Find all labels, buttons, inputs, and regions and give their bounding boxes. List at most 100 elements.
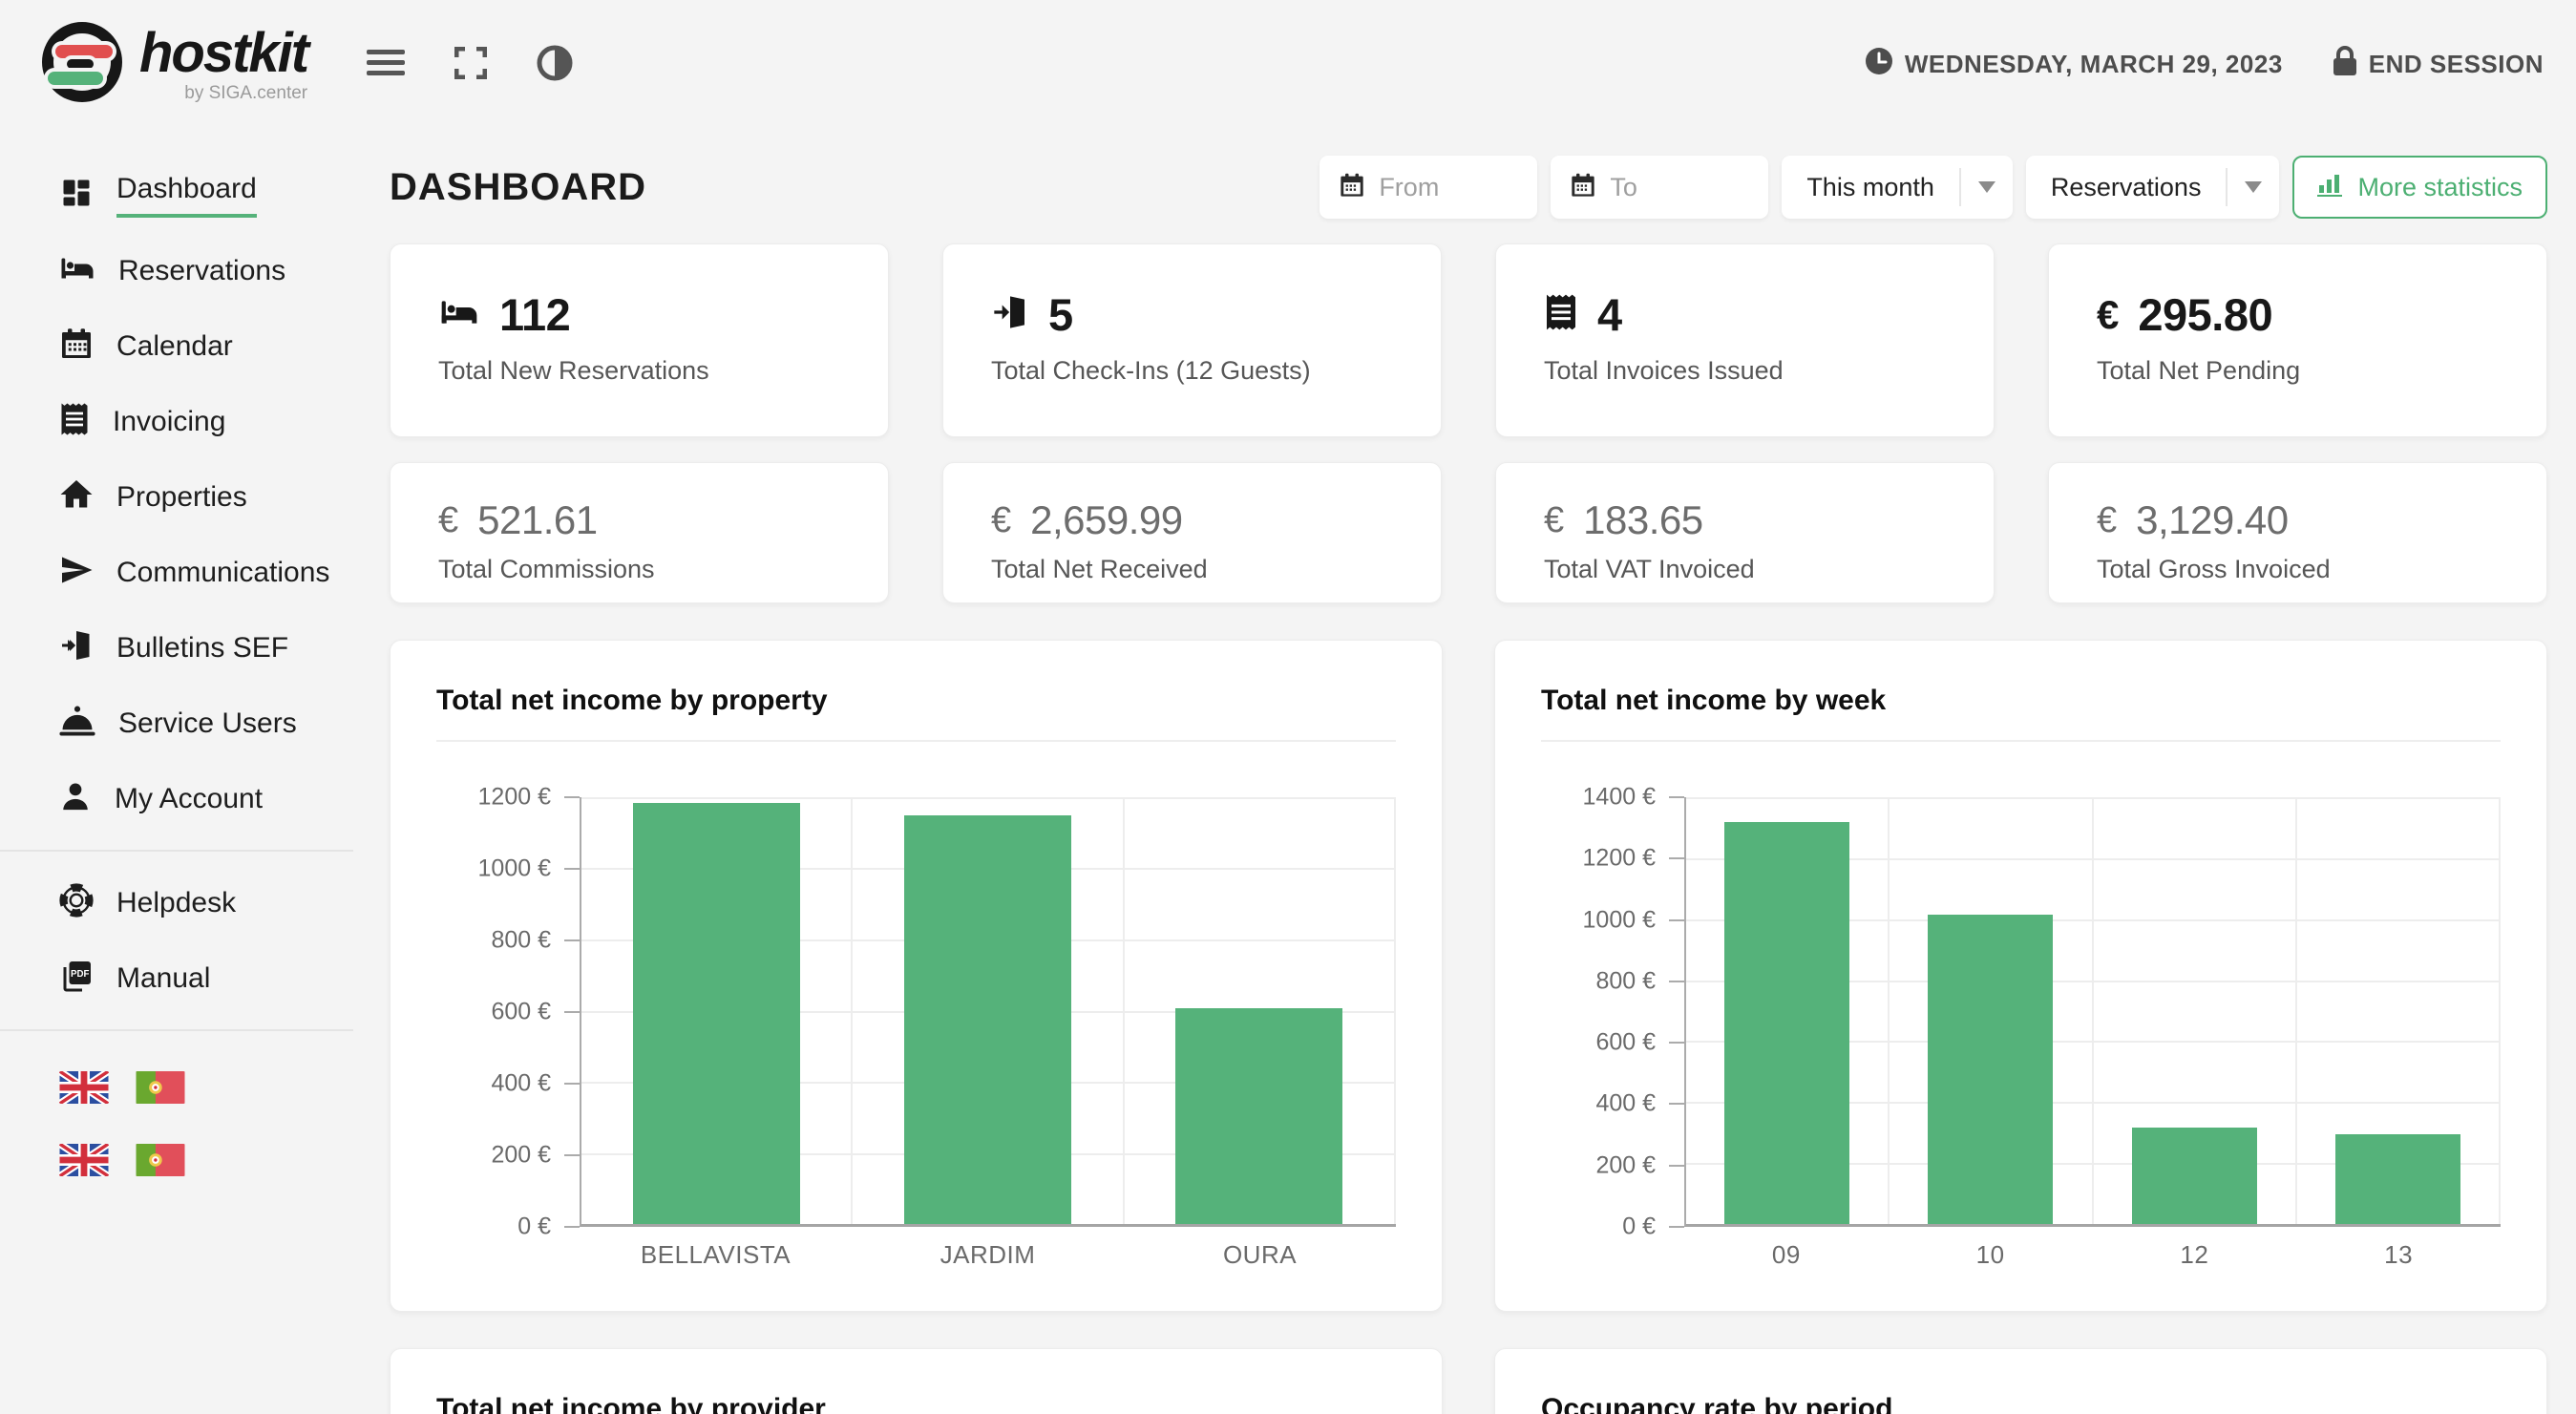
topbar-icon-group [367, 45, 573, 84]
stat-card-check-ins: 5 Total Check-Ins (12 Guests) [942, 243, 1442, 437]
stat-value: 3,129.40 [2136, 497, 2289, 543]
door-exit-icon [59, 628, 94, 667]
sidebar-item-reservations[interactable]: Reservations [0, 233, 353, 308]
clock-icon [1865, 47, 1893, 82]
stat-card-new-reservations: 112 Total New Reservations [390, 243, 889, 437]
stat-label: Total Net Received [991, 555, 1393, 584]
y-axis-tick-label: 800 € [491, 926, 551, 954]
charts-row: Total net income by property 0 € 200 € 400… [390, 640, 2547, 1312]
chart-card-income-by-property: Total net income by property 0 €200 €400… [390, 640, 1443, 1312]
y-axis-tick-label: 1200 € [1583, 845, 1656, 873]
bed-icon [59, 251, 95, 290]
y-axis-tick-label: 400 € [1595, 1090, 1656, 1118]
sidebar-item-helpdesk[interactable]: Helpdesk [0, 865, 353, 940]
y-axis-tick-label: 1400 € [1583, 784, 1656, 812]
sidebar-divider [0, 850, 353, 852]
y-axis-tick-label: 0 € [517, 1214, 551, 1241]
sidebar-item-label: Invoicing [113, 406, 225, 438]
sidebar-item-calendar[interactable]: Calendar [0, 308, 353, 384]
sidebar-item-service-users[interactable]: Service Users [0, 686, 353, 761]
menu-toggle-button[interactable] [367, 49, 405, 80]
x-axis-label: 09 [1684, 1240, 1889, 1270]
x-axis-label: 13 [2296, 1240, 2501, 1270]
y-axis-tick [1669, 1226, 1684, 1228]
date-from-input[interactable] [1379, 173, 1512, 202]
end-session-button[interactable]: END SESSION [2333, 46, 2544, 83]
chart-title: Total net income by provider [436, 1393, 1396, 1414]
fullscreen-button[interactable] [454, 47, 487, 82]
stat-value: 2,659.99 [1030, 497, 1183, 543]
sidebar-item-manual[interactable]: PDF Manual [0, 940, 353, 1016]
portuguese-flag[interactable] [136, 1144, 185, 1176]
charts-row-bottom: Total net income by provider Occupancy r… [390, 1348, 2547, 1414]
bar-09 [1724, 822, 1849, 1224]
category-column [1890, 797, 2093, 1224]
brand-byline: by SIGA.center [184, 83, 307, 104]
portuguese-flag[interactable] [136, 1071, 185, 1104]
contrast-icon [537, 45, 573, 84]
pdf-icon: PDF [59, 959, 94, 998]
stat-card-gross-invoiced: € 3,129.40 Total Gross Invoiced [2048, 462, 2547, 603]
page-title: DASHBOARD [390, 166, 646, 209]
sidebar-item-communications[interactable]: Communications [0, 535, 353, 610]
sidebar-item-my-account[interactable]: My Account [0, 761, 353, 836]
x-axis-label: JARDIM [852, 1240, 1124, 1270]
y-axis-tick-label: 0 € [1622, 1214, 1656, 1241]
stat-value: 112 [499, 288, 570, 341]
english-flag[interactable] [59, 1144, 109, 1176]
euro-icon: € [1544, 500, 1564, 541]
euro-icon: € [2097, 292, 2119, 338]
sidebar-item-label: Service Users [118, 707, 297, 740]
sidebar-item-properties[interactable]: Properties [0, 459, 353, 535]
sidebar-item-label: Bulletins SEF [116, 632, 288, 665]
english-flag[interactable] [59, 1071, 109, 1104]
more-statistics-button[interactable]: More statistics [2292, 156, 2547, 219]
chevron-down-icon [2228, 181, 2279, 193]
contrast-toggle-button[interactable] [537, 45, 573, 84]
sidebar-item-invoicing[interactable]: Invoicing [0, 384, 353, 459]
period-select-value: This month [1782, 173, 1959, 202]
stat-value: 4 [1597, 288, 1622, 341]
period-select[interactable]: This month [1782, 156, 2013, 219]
x-axis-label: 12 [2093, 1240, 2297, 1270]
sidebar: Dashboard Reservations [0, 129, 353, 1414]
stat-value: 5 [1048, 288, 1073, 341]
y-axis-tick [564, 868, 580, 870]
date-to-input[interactable] [1610, 173, 1743, 202]
y-axis-tick [1669, 857, 1684, 859]
send-icon [59, 553, 94, 592]
chart-title: Total net income by property [436, 685, 1396, 717]
type-select[interactable]: Reservations [2026, 156, 2280, 219]
stat-label: Total Gross Invoiced [2097, 555, 2499, 584]
euro-icon: € [438, 500, 458, 541]
sidebar-item-dashboard[interactable]: Dashboard [0, 158, 353, 233]
logo-text: hostkit by SIGA.center [139, 26, 307, 104]
app-root: hostkit by SIGA.center [0, 0, 2576, 1414]
lifebuoy-icon [59, 883, 94, 922]
category-column [1686, 797, 1890, 1224]
y-axis-tick [1669, 919, 1684, 921]
date-from-field[interactable] [1320, 156, 1537, 219]
calendar-icon [1570, 172, 1596, 203]
stat-label: Total Commissions [438, 555, 840, 584]
y-axis-tick [564, 796, 580, 798]
stat-label: Total Invoices Issued [1544, 356, 1946, 386]
stat-card-net-pending: € 295.80 Total Net Pending [2048, 243, 2547, 437]
sidebar-item-bulletins-sef[interactable]: Bulletins SEF [0, 610, 353, 686]
y-axis-tick-label: 800 € [1595, 967, 1656, 995]
topbar-right: WEDNESDAY, MARCH 29, 2023 END SESSION [1865, 46, 2544, 83]
bar-chart-income-by-property: 0 €200 €400 €600 €800 €1000 €1200 €BELLA… [436, 797, 1396, 1270]
stat-cards-row-2: € 521.61 Total Commissions € 2,659.99 To… [390, 462, 2547, 603]
sidebar-item-label: Dashboard [116, 173, 257, 218]
hamburger-icon [367, 49, 405, 80]
more-statistics-label: More statistics [2357, 173, 2523, 202]
person-icon [59, 779, 92, 818]
hostkit-logo[interactable]: hostkit by SIGA.center [38, 18, 307, 111]
y-axis-tick-label: 200 € [1595, 1151, 1656, 1179]
stat-label: Total New Reservations [438, 356, 840, 386]
chart-title: Total net income by week [1541, 685, 2501, 717]
sidebar-item-label: Manual [116, 962, 210, 995]
receipt-icon [1544, 293, 1578, 336]
date-to-field[interactable] [1551, 156, 1768, 219]
fullscreen-icon [454, 47, 487, 82]
